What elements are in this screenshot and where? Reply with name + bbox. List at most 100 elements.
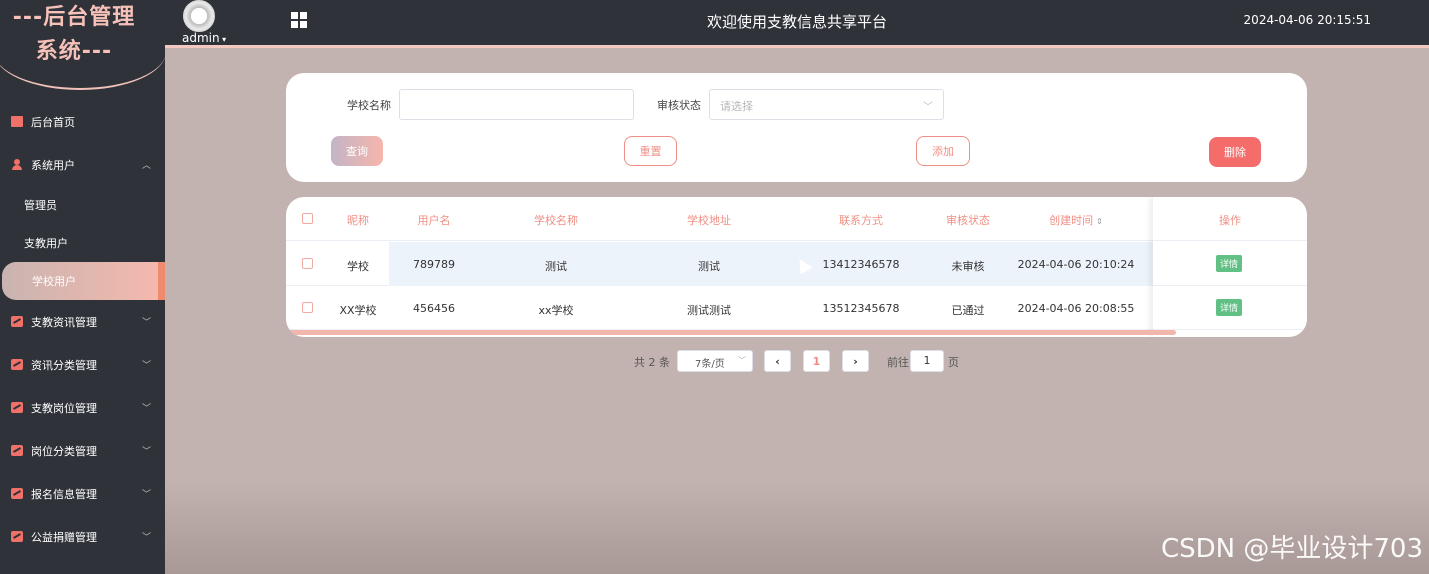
school-name-input[interactable] <box>399 89 634 120</box>
pagination-total: 共 2 条 <box>634 356 670 369</box>
cell-school: 测试 <box>545 260 567 273</box>
sort-icon[interactable]: ⇕ <box>1096 217 1103 226</box>
cell-nickname: XX学校 <box>339 304 377 317</box>
user-menu[interactable]: admin ▾ <box>182 31 226 45</box>
reset-button[interactable]: 重置 <box>624 136 677 166</box>
chart-icon <box>11 445 23 456</box>
status-select[interactable]: 请选择 ﹀ <box>709 89 944 120</box>
monitor-icon <box>11 116 23 127</box>
column-header-address: 学校地址 <box>687 214 731 227</box>
chevron-down-icon: ﹀ <box>141 361 151 371</box>
column-header-created-label: 创建时间 <box>1049 214 1094 227</box>
sidebar-item-donations[interactable]: 公益捐赠管理 ﹀ <box>0 515 165 558</box>
sidebar-item-news[interactable]: 支教资讯管理 ﹀ <box>0 300 165 343</box>
sidebar-item-admins[interactable]: 管理员 <box>0 186 165 224</box>
goto-page-input[interactable]: 1 <box>910 350 944 372</box>
next-page-button[interactable]: › <box>842 350 869 372</box>
sidebar-item-label: 支教岗位管理 <box>31 401 97 415</box>
sidebar-item-label: 支教资讯管理 <box>31 315 97 329</box>
cell-school: xx学校 <box>538 304 574 317</box>
cell-phone: 13412346578 <box>822 258 900 271</box>
sidebar-item-news-category[interactable]: 资讯分类管理 ﹀ <box>0 343 165 386</box>
cell-username: 456456 <box>413 302 455 315</box>
status-label: 审核状态 <box>657 99 701 112</box>
status-placeholder: 请选择 <box>720 100 753 113</box>
page-size-value: 7条/页 <box>695 359 725 370</box>
detail-button[interactable]: 详情 <box>1216 299 1242 316</box>
logo-line-2: 系统--- <box>35 39 113 64</box>
logo-line-1: ---后台管理 <box>12 5 136 30</box>
select-all-checkbox[interactable] <box>302 213 313 224</box>
sidebar-item-teaching-users[interactable]: 支教用户 <box>0 224 165 262</box>
sidebar-item-home[interactable]: 后台首页 <box>0 100 165 143</box>
sidebar-item-label: 后台首页 <box>31 115 75 129</box>
prev-page-button[interactable]: ‹ <box>764 350 791 372</box>
row-checkbox[interactable] <box>302 302 313 313</box>
header-datetime: 2024-04-06 20:15:51 <box>1243 13 1371 27</box>
chart-icon <box>11 402 23 413</box>
chevron-up-icon: ︿ <box>141 161 151 171</box>
school-name-label: 学校名称 <box>347 99 391 112</box>
delete-button[interactable]: 删除 <box>1209 137 1261 167</box>
query-button[interactable]: 查询 <box>331 136 383 166</box>
row-checkbox[interactable] <box>302 258 313 269</box>
cell-status: 已通过 <box>951 304 985 317</box>
column-header-action: 操作 <box>1219 214 1241 227</box>
cell-phone: 13512345678 <box>822 302 900 315</box>
sidebar-item-label: 管理员 <box>24 199 57 212</box>
sidebar-item-label: 报名信息管理 <box>31 487 97 501</box>
watermark: CSDN @毕业设计703 <box>1160 534 1423 564</box>
sidebar-menu: 后台首页 系统用户 ︿ 管理员 支教用户 学校用户 支教资讯管理 ﹀ 资讯分类管… <box>0 100 165 558</box>
cell-address: 测试测试 <box>687 304 731 317</box>
user-icon <box>11 159 23 170</box>
page-size-select[interactable]: 7条/页 ﹀ <box>677 350 753 372</box>
search-panel: 学校名称 审核状态 请选择 ﹀ 查询 重置 添加 删除 <box>286 73 1307 182</box>
cell-address: 测试 <box>698 260 720 273</box>
column-header-username: 用户名 <box>417 214 451 227</box>
cell-status: 未审核 <box>951 260 985 273</box>
sidebar-item-school-users[interactable]: 学校用户 <box>2 262 165 300</box>
chart-icon <box>11 359 23 370</box>
logo: ---后台管理 系统--- <box>0 0 165 90</box>
chart-icon <box>11 488 23 499</box>
current-page: 1 <box>812 354 821 368</box>
sidebar-item-label: 学校用户 <box>32 275 76 288</box>
sidebar-item-label: 岗位分类管理 <box>31 444 97 458</box>
chevron-down-icon: ﹀ <box>141 404 151 414</box>
chart-icon <box>11 531 23 542</box>
chevron-right-icon: › <box>853 354 858 368</box>
sidebar-item-label: 资讯分类管理 <box>31 358 97 372</box>
column-header-nickname: 昵称 <box>347 214 369 227</box>
cell-nickname: 学校 <box>347 260 369 273</box>
sidebar-item-positions[interactable]: 支教岗位管理 ﹀ <box>0 386 165 429</box>
column-header-school: 学校名称 <box>534 214 578 227</box>
column-header-phone: 联系方式 <box>839 214 883 227</box>
cell-username: 789789 <box>413 258 455 271</box>
sidebar-item-position-category[interactable]: 岗位分类管理 ﹀ <box>0 429 165 472</box>
sidebar-item-label: 公益捐赠管理 <box>31 530 97 544</box>
page-number-button[interactable]: 1 <box>803 350 830 372</box>
page-suffix: 页 <box>948 356 959 369</box>
chevron-down-icon: ﹀ <box>141 447 151 457</box>
page-title: 欢迎使用支教信息共享平台 <box>706 13 887 31</box>
column-header-created[interactable]: 创建时间 ⇕ <box>1026 212 1126 228</box>
chevron-down-icon: ﹀ <box>141 318 151 328</box>
chevron-left-icon: ‹ <box>775 354 780 368</box>
operation-column: 操作 详情 详情 <box>1153 197 1307 337</box>
sidebar-item-label: 系统用户 <box>31 158 75 172</box>
detail-button[interactable]: 详情 <box>1216 255 1242 272</box>
sidebar-item-system-users[interactable]: 系统用户 ︿ <box>0 143 165 186</box>
caret-down-icon: ▾ <box>219 35 227 44</box>
horizontal-scrollbar[interactable] <box>286 330 1176 335</box>
top-header: admin ▾ 欢迎使用支教信息共享平台 2024-04-06 20:15:51 <box>165 0 1429 48</box>
goto-label: 前往 <box>887 356 909 369</box>
column-header-status: 审核状态 <box>946 214 990 227</box>
chevron-down-icon: ﹀ <box>738 356 746 365</box>
cell-created: 2024-04-06 20:10:24 <box>1017 258 1135 271</box>
sidebar: ---后台管理 系统--- 后台首页 系统用户 ︿ 管理员 支教用户 学校用户 … <box>0 0 165 574</box>
cell-created: 2024-04-06 20:08:55 <box>1017 302 1135 315</box>
sidebar-item-label: 支教用户 <box>24 237 68 250</box>
chart-icon <box>11 316 23 327</box>
add-button[interactable]: 添加 <box>916 136 970 166</box>
sidebar-item-signups[interactable]: 报名信息管理 ﹀ <box>0 472 165 515</box>
